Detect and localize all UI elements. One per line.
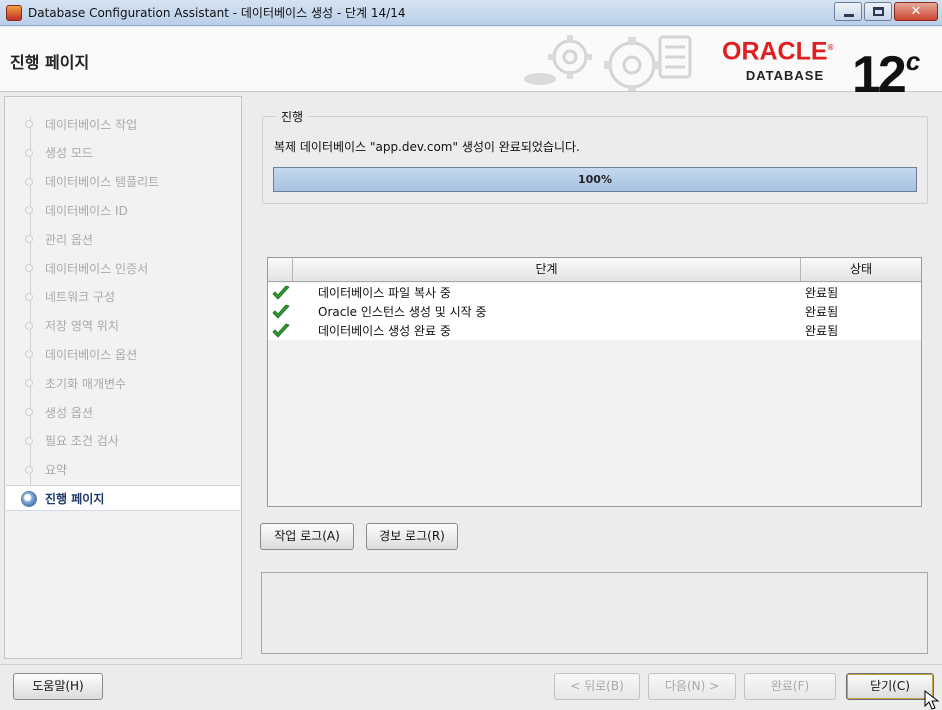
- minimize-icon: [844, 14, 854, 17]
- nav-step-item[interactable]: 데이터베이스 작업: [6, 111, 240, 137]
- step-dot-icon: [25, 379, 33, 388]
- nav-step-item[interactable]: 생성 옵션: [6, 399, 240, 425]
- nav-step-label: 데이터베이스 템플리트: [45, 175, 160, 190]
- nav-step-label: 진행 페이지: [45, 491, 105, 506]
- nav-step-label: 요약: [45, 463, 68, 478]
- close-window-button[interactable]: ✕: [894, 2, 938, 21]
- nav-step-item[interactable]: 필요 조건 검사: [6, 428, 240, 454]
- close-icon: ✕: [910, 4, 922, 19]
- window-title: Database Configuration Assistant - 데이터베이…: [28, 6, 406, 20]
- window-controls: ✕: [832, 2, 938, 21]
- nav-step-item[interactable]: 데이터베이스 옵션: [6, 341, 240, 367]
- back-button[interactable]: < 뒤로(B): [554, 673, 640, 700]
- step-dot-icon: [25, 235, 33, 244]
- nav-step-label: 생성 옵션: [45, 405, 93, 420]
- nav-step-label: 초기화 매개변수: [45, 376, 127, 391]
- step-dot-icon: [25, 264, 33, 272]
- mouse-cursor-icon: [924, 690, 940, 710]
- table-header-status[interactable]: 상태: [801, 258, 921, 281]
- nav-step-label: 저장 영역 위치: [45, 319, 119, 334]
- step-dot-icon: [25, 465, 33, 474]
- step-dot-icon: [25, 148, 33, 157]
- table-cell-step: Oracle 인스턴스 생성 및 시작 중: [318, 305, 487, 319]
- help-button[interactable]: 도움말(H): [13, 673, 103, 700]
- maximize-button[interactable]: [864, 2, 892, 21]
- maximize-icon: [873, 7, 884, 16]
- details-text-area[interactable]: [261, 572, 928, 654]
- nav-step-item[interactable]: 진행 페이지: [6, 485, 240, 512]
- nav-step-label: 필요 조건 검사: [45, 434, 119, 449]
- version-badge: 12c: [852, 33, 920, 103]
- table-cell-status: 완료됨: [805, 286, 839, 300]
- footer-divider: [0, 664, 942, 665]
- nav-step-label: 데이터베이스 인증서: [45, 261, 149, 276]
- nav-step-item[interactable]: 데이터베이스 ID: [6, 197, 240, 223]
- progress-bar: 100%: [273, 167, 917, 192]
- table-row[interactable]: 데이터베이스 생성 완료 중 완료됨: [268, 321, 921, 340]
- step-dot-icon: [25, 350, 33, 359]
- status-message: 복제 데이터베이스 "app.dev.com" 생성이 완료되었습니다.: [274, 140, 580, 154]
- step-dot-icon: [25, 292, 33, 301]
- table-header-step[interactable]: 단계: [293, 258, 801, 281]
- check-icon: [268, 285, 293, 301]
- nav-step-label: 네트워크 구성: [45, 290, 116, 305]
- step-dot-icon: [25, 436, 33, 445]
- next-button[interactable]: 다음(N) >: [648, 673, 736, 700]
- check-icon: [268, 323, 293, 339]
- step-dot-icon: [25, 177, 33, 186]
- progress-percent: 100%: [578, 173, 612, 186]
- table-cell-step: 데이터베이스 생성 완료 중: [318, 324, 451, 338]
- version-number: 12: [852, 46, 907, 104]
- oracle-logo: ORACLE® DATABASE: [722, 35, 848, 83]
- finish-button[interactable]: 완료(F): [744, 673, 836, 700]
- nav-step-item[interactable]: 생성 모드: [6, 140, 240, 166]
- nav-step-label: 데이터베이스 작업: [45, 117, 138, 132]
- oracle-wordmark-text: ORACLE: [722, 37, 828, 66]
- nav-step-label: 생성 모드: [45, 146, 93, 161]
- oracle-wordmark: ORACLE®: [722, 35, 848, 64]
- app-icon: [6, 4, 22, 21]
- nav-step-item[interactable]: 관리 옵션: [6, 226, 240, 252]
- table-header: 단계 상태: [268, 258, 921, 282]
- window-title-bar: Database Configuration Assistant - 데이터베이…: [0, 0, 942, 26]
- table-cell-step: 데이터베이스 파일 복사 중: [318, 286, 451, 300]
- oracle-product-name: DATABASE: [745, 68, 825, 84]
- step-dot-icon: [25, 206, 33, 215]
- nav-step-item[interactable]: 요약: [6, 457, 240, 483]
- table-cell-status: 완료됨: [805, 324, 839, 338]
- header-banner: 진행 페이지 ORACLE® DATABASE 12c: [0, 27, 942, 103]
- page-title: 진행 페이지: [10, 53, 90, 72]
- nav-step-item[interactable]: 데이터베이스 템플리트: [6, 169, 240, 195]
- progress-group-label: 진행: [276, 108, 309, 125]
- table-header-icon-column: [268, 258, 293, 281]
- gears-graphic-icon: [524, 35, 692, 91]
- alert-log-button[interactable]: 경보 로그(R): [366, 523, 458, 550]
- steps-table: 단계 상태 데이터베이스 파일 복사 중 완료됨 Oracle 인스턴스 생성 및 …: [267, 257, 922, 507]
- registered-mark: ®: [827, 43, 834, 52]
- version-suffix: c: [905, 46, 921, 76]
- nav-step-item[interactable]: 저장 영역 위치: [6, 313, 240, 339]
- nav-step-item[interactable]: 네트워크 구성: [6, 284, 240, 310]
- table-cell-status: 완료됨: [805, 305, 839, 319]
- step-navigator: 데이터베이스 작업생성 모드데이터베이스 템플리트데이터베이스 ID 관리 옵션데…: [4, 96, 242, 659]
- activity-log-button[interactable]: 작업 로그(A): [260, 523, 354, 550]
- step-dot-icon: [25, 120, 33, 128]
- table-row[interactable]: Oracle 인스턴스 생성 및 시작 중 완료됨: [268, 302, 921, 321]
- nav-step-item[interactable]: 데이터베이스 인증서: [6, 255, 240, 281]
- minimize-button[interactable]: [834, 2, 862, 21]
- current-step-icon: [21, 491, 37, 508]
- table-row[interactable]: 데이터베이스 파일 복사 중 완료됨: [268, 283, 921, 302]
- close-button[interactable]: 닫기(C): [846, 673, 934, 700]
- nav-step-label: 데이터베이스 ID: [45, 203, 128, 218]
- nav-step-label: 데이터베이스 옵션: [45, 347, 138, 362]
- check-icon: [268, 304, 293, 320]
- step-dot-icon: [25, 408, 33, 416]
- nav-step-item[interactable]: 초기화 매개변수: [6, 370, 240, 396]
- step-dot-icon: [25, 321, 33, 330]
- nav-step-label: 관리 옵션: [45, 232, 93, 247]
